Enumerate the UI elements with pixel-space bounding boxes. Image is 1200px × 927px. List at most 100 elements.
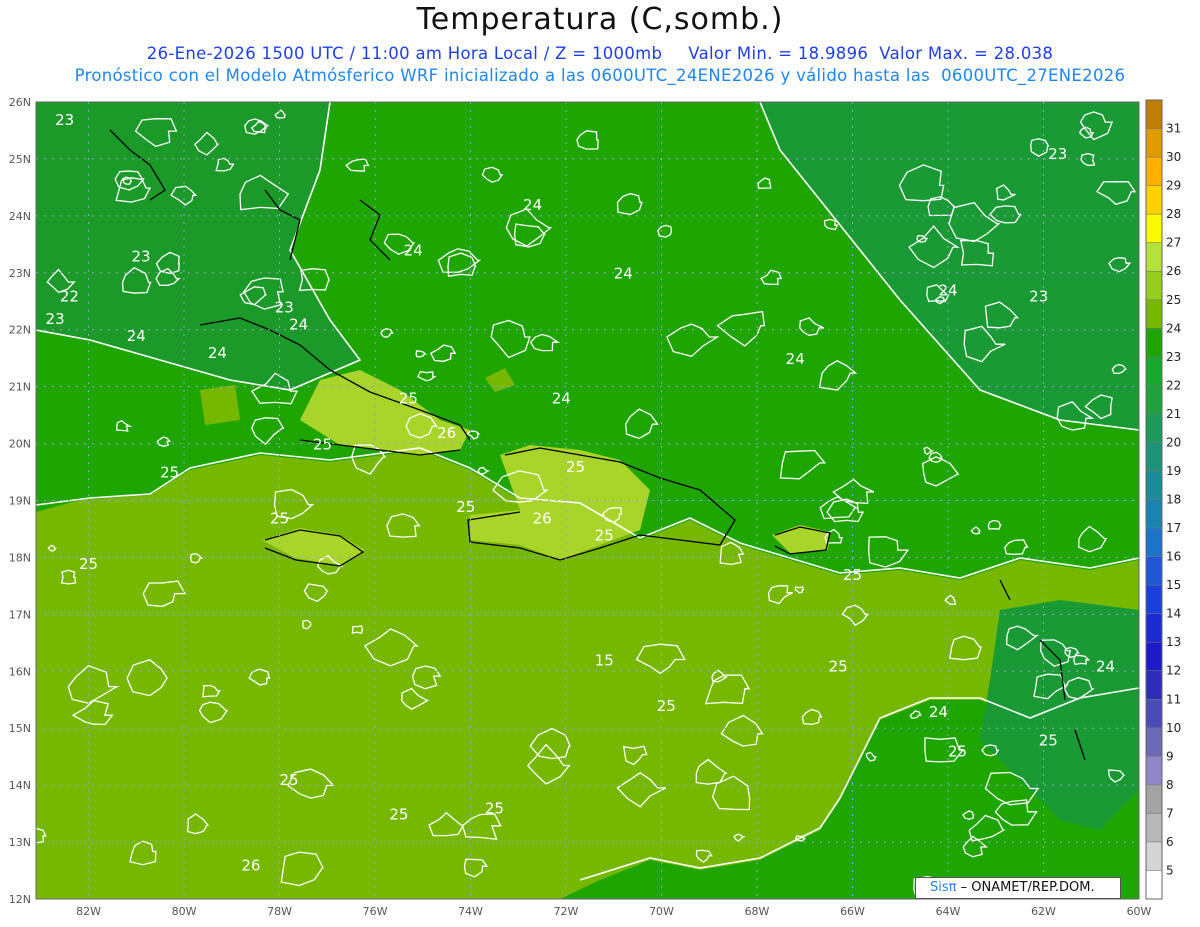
contour-label: 23 [1029, 287, 1048, 305]
contour-label: 24 [929, 703, 948, 721]
lat-label: 12N [9, 893, 31, 906]
contour-label: 26 [437, 424, 456, 442]
colorbar-label: 26 [1166, 264, 1181, 278]
colorbar-label: 7 [1166, 806, 1174, 820]
colorbar-label: 10 [1166, 721, 1181, 735]
lat-label: 19N [9, 495, 31, 508]
colorbar-label: 11 [1166, 692, 1181, 706]
colorbar-swatch [1146, 670, 1162, 700]
colorbar-swatch [1146, 727, 1162, 757]
colorbar-swatch [1146, 100, 1162, 130]
colorbar-label: 5 [1166, 863, 1174, 877]
temperature-map: 2323222324242324242424242526252525252625… [9, 96, 1182, 918]
lon-label: 68W [745, 905, 770, 918]
colorbar-swatch [1146, 299, 1162, 329]
colorbar-label: 20 [1166, 435, 1181, 449]
colorbar-swatch [1146, 585, 1162, 615]
colorbar-swatch [1146, 128, 1162, 158]
colorbar-swatch [1146, 242, 1162, 272]
contour-label: 25 [948, 743, 967, 761]
contour-label: 25 [566, 458, 585, 476]
colorbar-label: 27 [1166, 236, 1181, 250]
lat-label: 15N [9, 722, 31, 735]
contour-label: 24 [208, 344, 227, 362]
contour-label: 24 [404, 242, 423, 260]
contour-label: 23 [55, 111, 74, 129]
contour-label: 25 [829, 657, 848, 675]
colorbar-swatch [1146, 214, 1162, 244]
contour-label: 23 [1048, 145, 1067, 163]
colorbar-swatch [1146, 699, 1162, 729]
contour-label: 26 [533, 509, 552, 527]
lon-label: 80W [172, 905, 197, 918]
contour-label: 25 [1039, 731, 1058, 749]
colorbar-swatch [1146, 642, 1162, 672]
colorbar-label: 16 [1166, 550, 1181, 564]
colorbar-label: 22 [1166, 378, 1181, 392]
contour-label: 24 [552, 390, 571, 408]
colorbar-label: 28 [1166, 207, 1181, 221]
contour-label: 24 [1096, 657, 1115, 675]
colorbar-label: 8 [1166, 778, 1174, 792]
lat-label: 22N [9, 324, 31, 337]
lat-label: 20N [9, 438, 31, 451]
contour-label: 23 [132, 247, 151, 265]
contour-label: 24 [289, 316, 308, 334]
colorbar-label: 18 [1166, 493, 1181, 507]
contour-label: 24 [127, 327, 146, 345]
contour-label: 25 [595, 526, 614, 544]
colorbar-label: 24 [1166, 321, 1181, 335]
lon-label: 66W [840, 905, 865, 918]
contour-label: 23 [46, 310, 65, 328]
contour-label: 25 [843, 566, 862, 584]
colorbar-swatch [1146, 813, 1162, 843]
lat-label: 25N [9, 153, 31, 166]
contour-label: 25 [270, 509, 289, 527]
colorbar-label: 19 [1166, 464, 1181, 478]
contour-label: 25 [79, 555, 98, 573]
lon-label: 62W [1031, 905, 1056, 918]
colorbar-swatch [1146, 556, 1162, 586]
contour-label: 25 [657, 697, 676, 715]
contour-label: 25 [389, 805, 408, 823]
contour-label: 25 [456, 498, 475, 516]
colorbar-swatch [1146, 185, 1162, 215]
colorbar-swatch [1146, 157, 1162, 187]
contour-label: 23 [275, 299, 294, 317]
lat-label: 21N [9, 381, 31, 394]
contour-label: 25 [399, 390, 418, 408]
colorbar-swatch [1146, 528, 1162, 558]
lon-label: 82W [76, 905, 101, 918]
colorbar-label: 14 [1166, 607, 1181, 621]
lat-label: 17N [9, 608, 31, 621]
credit-text: – ONAMET/REP.DOM. [960, 880, 1095, 895]
colorbar-swatch [1146, 870, 1162, 900]
colorbar-swatch [1146, 613, 1162, 643]
lon-label: 72W [554, 905, 579, 918]
contour-label: 24 [614, 264, 633, 282]
contour-label: 25 [280, 771, 299, 789]
colorbar-label: 12 [1166, 664, 1181, 678]
colorbar-label: 25 [1166, 293, 1181, 307]
colorbar-swatch [1146, 499, 1162, 529]
colorbar-label: 29 [1166, 179, 1181, 193]
lat-label: 14N [9, 779, 31, 792]
colorbar-swatch [1146, 756, 1162, 786]
colorbar-label: 23 [1166, 350, 1181, 364]
colorbar-swatch [1146, 784, 1162, 814]
colorbar-label: 13 [1166, 635, 1181, 649]
lon-label: 78W [267, 905, 292, 918]
colorbar-label: 9 [1166, 749, 1174, 763]
colorbar-swatch [1146, 841, 1162, 871]
colorbar-label: 31 [1166, 122, 1181, 136]
credit-box: Sisπ – ONAMET/REP.DOM. [915, 877, 1121, 899]
colorbar-swatch [1146, 385, 1162, 415]
colorbar-swatch [1146, 470, 1162, 500]
colorbar-label: 15 [1166, 578, 1181, 592]
contour-label: 25 [485, 800, 504, 818]
lon-label: 60W [1127, 905, 1152, 918]
contour-label: 15 [595, 652, 614, 670]
lon-label: 74W [458, 905, 483, 918]
lon-label: 76W [363, 905, 388, 918]
sispi-logo: Sisπ [930, 880, 957, 895]
